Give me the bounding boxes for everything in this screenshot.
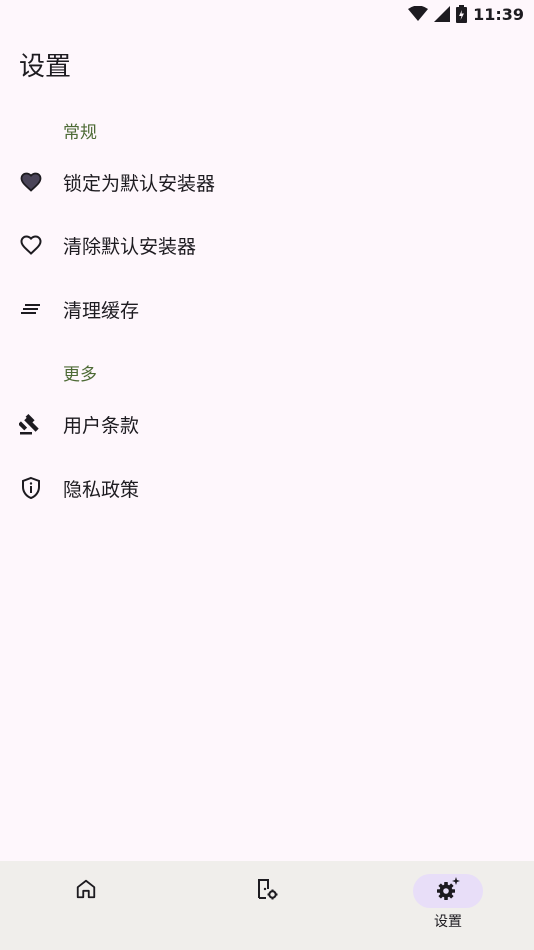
shield-info-icon (19, 476, 43, 500)
installer-settings-icon (255, 877, 279, 905)
heart-filled-icon (19, 170, 43, 194)
user-terms-label: 用户条款 (63, 414, 140, 437)
privacy-policy-item[interactable]: 隐私政策 (0, 456, 534, 520)
status-time: 11:39 (473, 4, 524, 24)
nav-installer-settings-indicator (232, 874, 302, 908)
clear-default-installer-label: 清除默认安装器 (63, 235, 197, 258)
clear-default-installer-item[interactable]: 清除默认安装器 (0, 213, 534, 277)
heart-outline-icon (19, 233, 43, 257)
page-title: 设置 (19, 52, 72, 82)
nav-settings[interactable]: 设置 (388, 861, 508, 950)
settings-sparkle-icon (435, 876, 461, 906)
nav-home[interactable] (26, 861, 146, 950)
gavel-icon (19, 412, 43, 436)
user-terms-item[interactable]: 用户条款 (0, 392, 534, 456)
privacy-policy-label: 隐私政策 (63, 478, 140, 501)
cellular-signal-icon (434, 6, 451, 22)
clear-cache-label: 清理缓存 (63, 299, 140, 322)
status-bar: 11:39 (0, 0, 534, 28)
home-icon (75, 878, 97, 904)
lock-default-installer-label: 锁定为默认安装器 (63, 172, 216, 195)
wifi-icon (408, 6, 429, 22)
section-header-more: 更多 (63, 365, 97, 385)
nav-settings-label: 设置 (434, 914, 462, 930)
clear-all-icon (19, 297, 43, 321)
bottom-navigation: 设置 (0, 861, 534, 950)
clear-cache-item[interactable]: 清理缓存 (0, 277, 534, 341)
nav-home-indicator (51, 874, 121, 908)
nav-installer-settings[interactable] (207, 861, 327, 950)
settings-screen: 11:39 设置 常规 锁定为默认安装器 清除默认安装器 清理缓存 更多 用户条… (0, 0, 534, 950)
section-header-general: 常规 (63, 123, 97, 143)
battery-charging-icon (456, 5, 468, 23)
lock-default-installer-item[interactable]: 锁定为默认安装器 (0, 150, 534, 214)
nav-settings-indicator (413, 874, 483, 908)
